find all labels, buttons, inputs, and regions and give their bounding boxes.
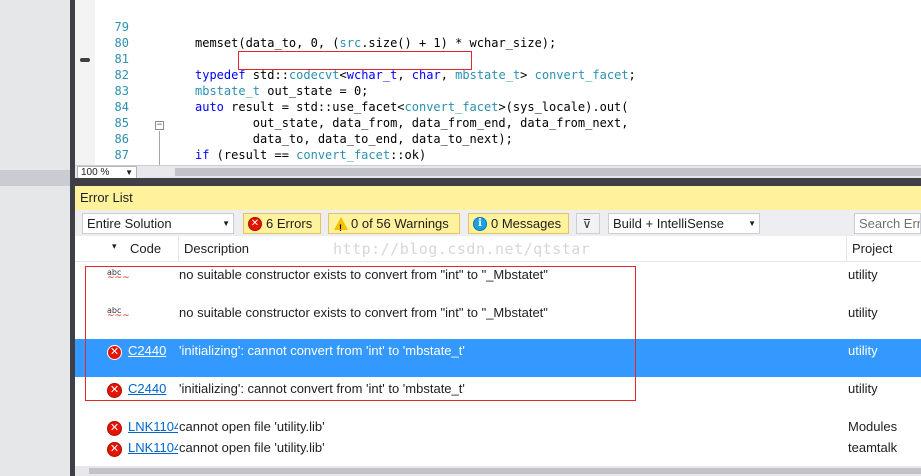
code-text: mbstate_t out_state = 0;	[195, 84, 369, 98]
column-header-code[interactable]: Code	[125, 236, 179, 262]
build-source-value: Build + IntelliSense	[613, 216, 724, 231]
build-source-dropdown[interactable]: Build + IntelliSense ▼	[608, 213, 760, 234]
code-line[interactable]: 87 {	[75, 131, 232, 178]
error-project: utility	[848, 381, 878, 396]
error-icon: ✕	[107, 442, 122, 457]
chevron-down-icon: ▼	[748, 219, 756, 228]
error-row[interactable]: ✕ LNK1104 cannot open file 'utility.lib'…	[75, 415, 921, 436]
error-row-selected[interactable]: ✕ C2440 'initializing': cannot convert f…	[75, 339, 921, 377]
error-list-panel: Error List Entire Solution ▼ ✕ 6 Errors …	[75, 186, 921, 476]
error-project: teamtalk	[848, 440, 898, 455]
scope-value: Entire Solution	[87, 216, 172, 231]
error-list-toolbar: Entire Solution ▼ ✕ 6 Errors ! 0 of 56 W…	[75, 210, 921, 236]
error-project: Modules	[848, 419, 898, 434]
error-row[interactable]: ✕ LNK1104 cannot open file 'utility.lib'…	[75, 436, 921, 457]
error-description: no suitable constructor exists to conver…	[179, 267, 548, 282]
intellisense-squiggle-icon: abc ~~~	[107, 268, 130, 283]
errors-filter-button[interactable]: ✕ 6 Errors	[243, 213, 321, 234]
messages-filter-button[interactable]: i 0 Messages	[468, 213, 569, 234]
error-project: utility	[848, 267, 878, 282]
error-icon: ✕	[107, 383, 122, 398]
code-line[interactable]: 86 if (result == convert_facet::ok)	[75, 115, 427, 162]
outline-guide	[159, 131, 160, 165]
error-code-link[interactable]: C2440	[128, 343, 178, 358]
column-header-row: ▾ Code Description Project http://blog.c…	[75, 236, 921, 262]
code-line[interactable]: 85 data_to, data_to_end, data_to_next);	[75, 99, 513, 146]
warnings-filter-button[interactable]: ! 0 of 56 Warnings	[328, 213, 460, 234]
messages-count-label: 0 Messages	[491, 216, 562, 231]
search-placeholder: Search Erro	[859, 216, 921, 231]
column-sort-indicator[interactable]: ▾	[75, 236, 125, 262]
filter-toggle-button[interactable]: ⊽	[576, 213, 600, 234]
code-text: out_state, data_from, data_from_end, dat…	[195, 116, 629, 130]
column-header-description[interactable]: Description	[179, 236, 847, 262]
warnings-count-label: 0 of 56 Warnings	[351, 216, 449, 231]
error-list-hscrollbar[interactable]	[75, 466, 921, 476]
error-row[interactable]: abc ~~~ no suitable constructor exists to…	[75, 263, 921, 301]
code-line[interactable]: 80	[75, 19, 129, 50]
code-line[interactable]: 83 auto result = std::use_facet<convert_…	[75, 67, 629, 114]
error-code-link[interactable]: C2440	[128, 381, 178, 396]
code-line[interactable]: 82 mbstate_t out_state = 0;	[75, 51, 369, 98]
error-icon: ✕	[248, 217, 262, 231]
info-icon: i	[473, 217, 487, 231]
code-line[interactable]: 88 std::string dst = data_to;	[75, 147, 129, 178]
error-row[interactable]: abc ~~~ no suitable constructor exists to…	[75, 301, 921, 339]
scrollbar-thumb[interactable]	[89, 468, 921, 474]
code-text: if (result == convert_facet::ok)	[195, 148, 427, 162]
error-project: utility	[848, 305, 878, 320]
panel-splitter[interactable]	[75, 178, 921, 186]
editor-status-bar: 100 % ▼	[75, 165, 921, 179]
error-description: cannot open file 'utility.lib'	[179, 440, 325, 455]
error-icon: ✕	[107, 345, 122, 360]
highlight-box-code	[238, 51, 472, 70]
horizontal-scrollbar[interactable]	[175, 168, 921, 176]
code-editor[interactable]: 79 memset(data_to, 0, (src.size() + 1) *…	[75, 0, 921, 178]
code-text: auto result = std::use_facet<convert_fac…	[195, 100, 629, 114]
error-description: no suitable constructor exists to conver…	[179, 305, 548, 320]
code-line[interactable]: 81 typedef std::codecvt<wchar_t, char, m…	[75, 35, 636, 82]
selected-tree-item[interactable]	[0, 170, 70, 186]
solution-explorer-pane	[0, 0, 70, 476]
error-description: 'initializing': cannot convert from 'int…	[179, 343, 465, 358]
error-code-link[interactable]: LNK1104	[128, 419, 178, 434]
chevron-down-icon: ▼	[125, 168, 133, 177]
search-input[interactable]: Search Erro	[854, 213, 921, 234]
code-line[interactable]: 84 out_state, data_from, data_from_end, …	[75, 83, 629, 130]
intellisense-squiggle-icon: abc ~~~	[107, 306, 130, 321]
filter-icon: ⊽	[582, 217, 592, 231]
error-row[interactable]: ✕ C2440 'initializing': cannot convert f…	[75, 377, 921, 415]
code-text: memset(data_to, 0, (src.size() + 1) * wc…	[195, 36, 557, 50]
error-description: 'initializing': cannot convert from 'int…	[179, 381, 465, 396]
error-project: utility	[848, 343, 878, 358]
code-line[interactable]: 79 memset(data_to, 0, (src.size() + 1) *…	[75, 3, 557, 50]
error-code-link[interactable]: LNK1104	[128, 440, 178, 455]
collapse-block-icon[interactable]: −	[155, 121, 164, 130]
errors-count-label: 6 Errors	[266, 216, 313, 231]
chevron-down-icon: ▼	[222, 219, 230, 228]
sort-icon: ▾	[112, 241, 117, 251]
scope-dropdown[interactable]: Entire Solution ▼	[82, 213, 234, 234]
error-description: cannot open file 'utility.lib'	[179, 419, 325, 434]
panel-title: Error List	[75, 186, 921, 210]
code-text: data_to, data_to_end, data_to_next);	[195, 132, 513, 146]
error-icon: ✕	[107, 421, 122, 436]
zoom-value: 100 %	[81, 167, 110, 178]
column-header-project[interactable]: Project	[847, 236, 921, 262]
